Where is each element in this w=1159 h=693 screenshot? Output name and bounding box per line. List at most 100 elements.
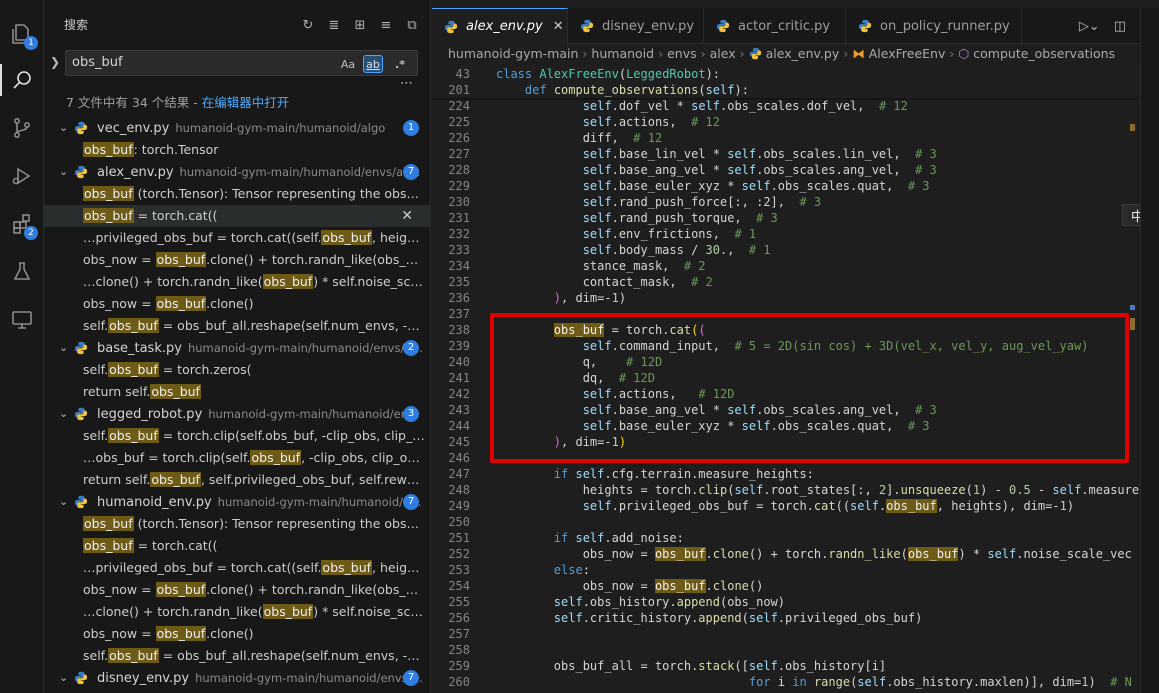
- tab-alex-env-py[interactable]: alex_env.py ✕: [432, 8, 568, 44]
- refresh-icon[interactable]: ↻: [299, 16, 317, 34]
- match-case-toggle[interactable]: Aa: [339, 55, 357, 73]
- code-line[interactable]: 229 self.base_euler_xyz * self.obs_scale…: [432, 178, 1159, 194]
- result-match-row[interactable]: obs_now = obs_buf.clone(): [44, 293, 430, 315]
- code-line[interactable]: 242 self.actions, # 12D: [432, 386, 1159, 402]
- run-python-icon[interactable]: ▷⌄: [1079, 19, 1100, 34]
- result-match-row[interactable]: self.obs_buf = obs_buf_all.reshape(self.…: [44, 645, 430, 667]
- code-line[interactable]: 248 heights = torch.clip(self.root_state…: [432, 482, 1159, 498]
- result-file-row[interactable]: ⌄ base_task.py humanoid-gym-main/humanoid/…: [44, 337, 430, 359]
- code-line[interactable]: 237: [432, 306, 1159, 322]
- result-file-row[interactable]: ⌄ legged_robot.py humanoid-gym-main/humano…: [44, 403, 430, 425]
- result-file-row[interactable]: ⌄ humanoid_env.py humanoid-gym-main/humano…: [44, 491, 430, 513]
- code-line[interactable]: 239 self.command_input, # 5 = 2D(sin cos…: [432, 338, 1159, 354]
- code-line[interactable]: 251 if self.add_noise:: [432, 530, 1159, 546]
- code-line[interactable]: 257: [432, 626, 1159, 642]
- breadcrumb-item[interactable]: humanoid: [591, 46, 654, 61]
- code-line[interactable]: 231 self.rand_push_torque, # 3: [432, 210, 1159, 226]
- remote-explorer-icon[interactable]: [0, 298, 44, 342]
- split-editor-icon[interactable]: ◫: [1114, 19, 1126, 34]
- collapse-all-icon[interactable]: ≡: [377, 16, 395, 34]
- code-line[interactable]: 254 obs_now = obs_buf.clone(): [432, 578, 1159, 594]
- use-regex-toggle[interactable]: .*: [391, 55, 409, 73]
- sticky-scroll-line[interactable]: 43 class AlexFreeEnv(LeggedRobot):: [432, 66, 1159, 82]
- code-line[interactable]: 236 ), dim=-1): [432, 290, 1159, 306]
- result-match-row[interactable]: obs_now = obs_buf.clone() + torch.randn_…: [44, 249, 430, 271]
- code-line[interactable]: 225 self.actions, # 12: [432, 114, 1159, 130]
- code-line[interactable]: 238 obs_buf = torch.cat((: [432, 322, 1159, 338]
- chevron-down-icon[interactable]: ⌄: [59, 337, 68, 359]
- close-tab-icon[interactable]: ✕: [553, 19, 564, 34]
- chevron-down-icon[interactable]: ⌄: [59, 491, 68, 513]
- breadcrumb-item[interactable]: AlexFreeEnv: [869, 46, 946, 61]
- open-in-editor-link[interactable]: 在编辑器中打开: [202, 95, 290, 110]
- match-whole-word-toggle[interactable]: ab: [363, 55, 383, 73]
- result-match-row[interactable]: self.obs_buf = torch.zeros(: [44, 359, 430, 381]
- tab-actor-critic-py[interactable]: actor_critic.py: [704, 8, 846, 44]
- search-input[interactable]: obs_buf Aa ab .*: [65, 50, 418, 76]
- code-line[interactable]: 232 self.env_frictions, # 1: [432, 226, 1159, 242]
- code-line[interactable]: 246: [432, 450, 1159, 466]
- tab-on-policy-runner-py[interactable]: on_policy_runner.py: [846, 8, 1022, 44]
- result-file-row[interactable]: ⌄ vec_env.py humanoid-gym-main/humanoid/al…: [44, 117, 430, 139]
- result-match-row[interactable]: obs_buf: torch.Tensor: [44, 139, 430, 161]
- code-line[interactable]: 260 for i in range(self.obs_history.maxl…: [432, 674, 1159, 690]
- result-file-row[interactable]: ⌄ disney_env.py humanoid-gym-main/humanoid…: [44, 667, 430, 689]
- result-match-row[interactable]: self.obs_buf = obs_buf_all.reshape(self.…: [44, 315, 430, 337]
- testing-icon[interactable]: [0, 250, 44, 294]
- code-view[interactable]: 43 class AlexFreeEnv(LeggedRobot): 201 def…: [432, 66, 1159, 690]
- result-match-row[interactable]: …clone() + torch.randn_like(obs_buf) * s…: [44, 601, 430, 623]
- code-line[interactable]: 243 self.base_ang_vel * self.obs_scales.…: [432, 402, 1159, 418]
- result-file-row[interactable]: ⌄ alex_env.py humanoid-gym-main/humanoid/e…: [44, 161, 430, 183]
- code-line[interactable]: 234 stance_mask, # 2: [432, 258, 1159, 274]
- toggle-replace-chevron-icon[interactable]: ❯: [50, 55, 60, 69]
- run-debug-icon[interactable]: [0, 154, 44, 198]
- result-match-row[interactable]: self.obs_buf = torch.clip(self.obs_buf, …: [44, 425, 430, 447]
- result-match-row[interactable]: obs_now = obs_buf.clone(): [44, 623, 430, 645]
- new-search-editor-icon[interactable]: ⊞: [351, 16, 369, 34]
- result-match-row[interactable]: …privileged_obs_buf = torch.cat((self.ob…: [44, 557, 430, 579]
- breadcrumb-item[interactable]: alex_env.py: [766, 46, 840, 61]
- chevron-down-icon[interactable]: ⌄: [59, 161, 68, 183]
- code-line[interactable]: 255 self.obs_history.append(obs_now): [432, 594, 1159, 610]
- breadcrumb-item[interactable]: compute_observations: [973, 46, 1115, 61]
- code-line[interactable]: 258: [432, 642, 1159, 658]
- result-match-row[interactable]: obs_buf (torch.Tensor): Tensor represent…: [44, 183, 430, 205]
- dismiss-result-icon[interactable]: ✕: [401, 205, 413, 227]
- result-match-row[interactable]: …obs_buf = torch.clip(self.obs_buf, -cli…: [44, 447, 430, 469]
- result-match-row[interactable]: obs_buf = torch.cat((: [44, 535, 430, 557]
- sticky-scroll-line[interactable]: 201 def compute_observations(self):: [432, 82, 1159, 98]
- result-match-row[interactable]: …privileged_obs_buf = torch.cat((self.ob…: [44, 227, 430, 249]
- breadcrumb-item[interactable]: alex: [710, 46, 736, 61]
- code-line[interactable]: 252 obs_now = obs_buf.clone() + torch.ra…: [432, 546, 1159, 562]
- tab-disney-env-py[interactable]: disney_env.py: [568, 8, 704, 44]
- chevron-down-icon[interactable]: ⌄: [59, 403, 68, 425]
- extensions-icon[interactable]: 2: [0, 202, 44, 246]
- code-line[interactable]: 240 q, # 12D: [432, 354, 1159, 370]
- breadcrumb-item[interactable]: envs: [667, 46, 697, 61]
- code-line[interactable]: 244 self.base_euler_xyz * self.obs_scale…: [432, 418, 1159, 434]
- clear-results-icon[interactable]: ≣: [325, 16, 343, 34]
- chevron-down-icon[interactable]: ⌄: [59, 667, 68, 689]
- code-line[interactable]: 230 self.rand_push_force[:, :2], # 3: [432, 194, 1159, 210]
- result-match-row[interactable]: return self.obs_buf: [44, 381, 430, 403]
- more-options-icon[interactable]: ⋯: [400, 76, 413, 91]
- code-line[interactable]: 241 dq, # 12D: [432, 370, 1159, 386]
- code-line[interactable]: 245 ), dim=-1): [432, 434, 1159, 450]
- code-line[interactable]: 253 else:: [432, 562, 1159, 578]
- explorer-icon[interactable]: 1: [0, 12, 44, 56]
- result-match-row[interactable]: return self.obs_buf, self.privileged_obs…: [44, 469, 430, 491]
- code-line[interactable]: 259 obs_buf_all = torch.stack([self.obs_…: [432, 658, 1159, 674]
- breadcrumb-item[interactable]: humanoid-gym-main: [448, 46, 578, 61]
- source-control-icon[interactable]: [0, 106, 44, 150]
- code-line[interactable]: 256 self.critic_history.append(self.priv…: [432, 610, 1159, 626]
- code-line[interactable]: 226 diff, # 12: [432, 130, 1159, 146]
- view-as-tree-icon[interactable]: ⧉: [403, 16, 421, 34]
- code-line[interactable]: 250: [432, 514, 1159, 530]
- chevron-down-icon[interactable]: ⌄: [59, 117, 68, 139]
- result-match-row[interactable]: obs_buf = torch.cat((✕: [44, 205, 430, 227]
- result-match-row[interactable]: obs_now = obs_buf.clone() + torch.randn_…: [44, 579, 430, 601]
- code-line[interactable]: 228 self.base_ang_vel * self.obs_scales.…: [432, 162, 1159, 178]
- code-line[interactable]: 227 self.base_lin_vel * self.obs_scales.…: [432, 146, 1159, 162]
- code-line[interactable]: 233 self.body_mass / 30., # 1: [432, 242, 1159, 258]
- result-match-row[interactable]: obs_buf (torch.Tensor): Tensor represent…: [44, 513, 430, 535]
